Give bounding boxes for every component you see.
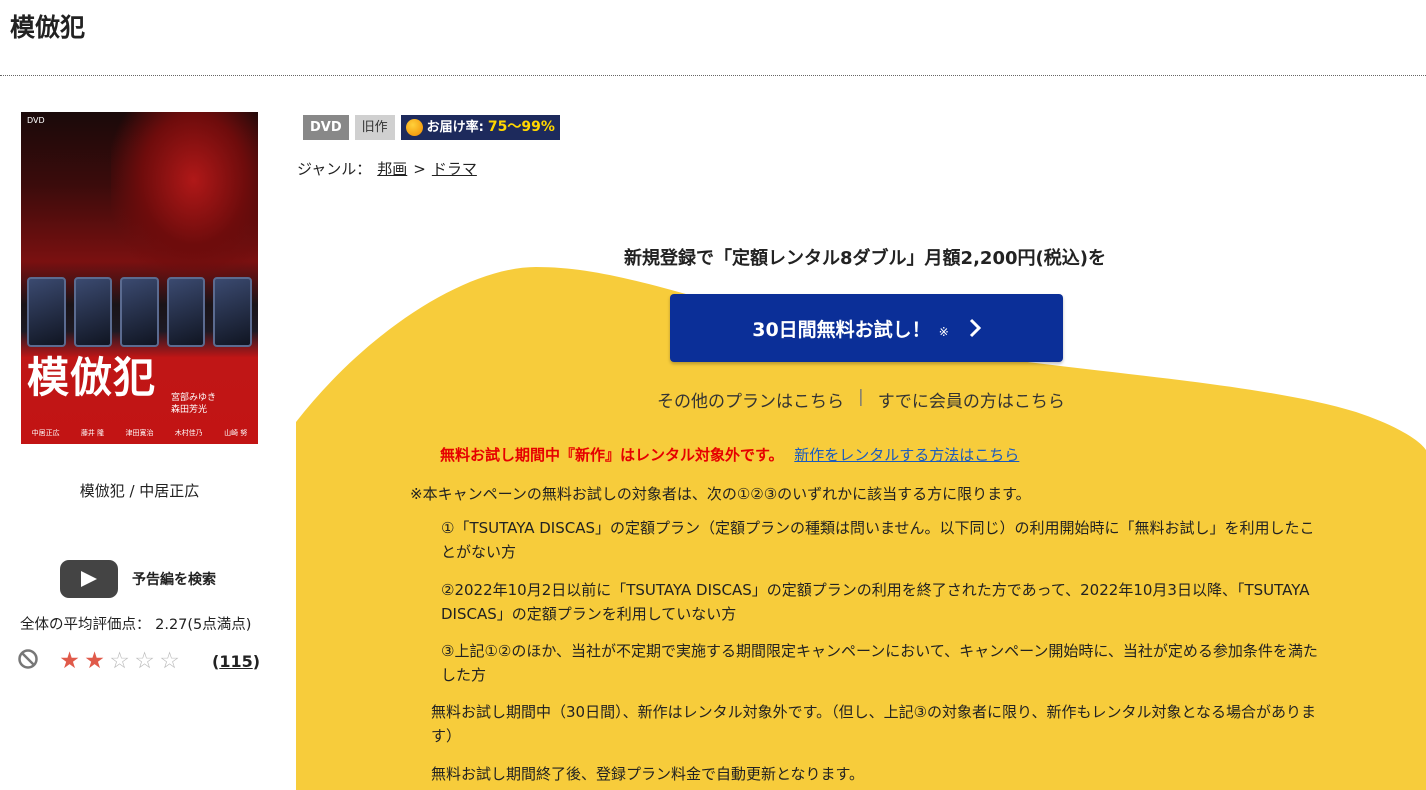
average-rating: 全体の平均評価点： 2.27(5点満点): [20, 613, 251, 634]
star-filled-icon: ★: [84, 648, 105, 674]
play-icon: [60, 560, 118, 598]
terms-item-2: ②2022年10月2日以前に「TSUTAYA DISCAS」の定額プランの利用を…: [441, 581, 1310, 623]
average-rating-value: 2.27(5点満点): [155, 617, 252, 633]
badge-delivery-rate: お届け率: 75～99%: [400, 115, 560, 140]
cover-cast: 中居正広 藤井 隆 津田寛治 木村佳乃 山崎 努: [31, 429, 248, 437]
page-title: 模倣犯: [10, 13, 86, 42]
trailer-search-label: 予告編を検索: [132, 572, 216, 588]
genre-link-hougaku[interactable]: 邦画: [377, 158, 407, 179]
review-count-link[interactable]: 115: [219, 652, 252, 671]
cover-caption: 模倣犯 / 中居正広: [79, 482, 200, 500]
cover-image[interactable]: DVD 模倣犯 宮部みゆき 森田芳光 中居正広 藤井 隆 津田寛治 木村佳乃 山…: [21, 112, 258, 444]
delivery-label: お届け率:: [426, 120, 484, 135]
trailer-search-button[interactable]: 予告編を検索: [60, 560, 216, 598]
terms-item-1: ①「TSUTAYA DISCAS」の定額プラン（定額プランの種類は問いません。以…: [441, 519, 1315, 561]
free-trial-label: 30日間無料お試し！: [752, 318, 931, 341]
badge-dvd: DVD: [303, 115, 349, 140]
rating-row: ★ ★ ☆ ☆ ☆ (115): [17, 648, 260, 674]
terms-intro: ※本キャンペーンの無料お試しの対象者は、次の①②③のいずれかに該当する方に限りま…: [410, 485, 1031, 503]
terms-new-release-note: 無料お試し期間中（30日間）、新作はレンタル対象外です。（但し、上記③の対象者に…: [431, 703, 1316, 745]
notice-text: 無料お試し期間中『新作』はレンタル対象外です。: [440, 446, 784, 464]
star-empty-icon: ☆: [159, 648, 180, 674]
delivery-status-icon: [405, 119, 423, 136]
badge-old-release: 旧作: [354, 115, 395, 140]
campaign-headline: 新規登録で「定額レンタル8ダブル」月額2,200円(税込)を: [624, 248, 1106, 269]
badges: DVD 旧作 お届け率: 75～99%: [303, 115, 560, 140]
cover-screens-art: [21, 277, 258, 347]
star-rating[interactable]: ★ ★ ☆ ☆ ☆: [57, 648, 182, 674]
plan-links: その他のプランはこちら | すでに会員の方はこちら: [657, 387, 1065, 412]
terms-auto-renew-note: 無料お試し期間終了後、登録プラン料金で自動更新となります。: [431, 765, 865, 783]
cover-title: 模倣犯: [27, 353, 157, 402]
breadcrumb-separator: >: [413, 159, 426, 178]
genre-label: ジャンル：: [297, 160, 372, 178]
plan-links-separator: |: [858, 387, 864, 407]
delivery-rate: 75～99%: [487, 119, 555, 135]
cover-face-art: [111, 112, 258, 282]
new-release-notice: 無料お試し期間中『新作』はレンタル対象外です。 新作をレンタルする方法はこちら: [440, 444, 1019, 465]
star-filled-icon: ★: [59, 648, 80, 674]
genre-breadcrumb: ジャンル： 邦画 > ドラマ: [297, 158, 477, 179]
prohibit-icon[interactable]: [17, 648, 39, 674]
star-empty-icon: ☆: [134, 648, 155, 674]
review-count[interactable]: (115): [212, 652, 260, 671]
cover-dvd-mark: DVD: [27, 116, 45, 125]
genre-link-drama[interactable]: ドラマ: [432, 158, 477, 179]
chevron-right-icon: [969, 318, 981, 338]
new-release-rental-link[interactable]: 新作をレンタルする方法はこちら: [794, 446, 1019, 464]
average-rating-label: 全体の平均評価点：: [20, 617, 151, 633]
free-trial-button[interactable]: 30日間無料お試し！ ※: [670, 294, 1063, 362]
cover-staff: 宮部みゆき 森田芳光: [171, 393, 217, 415]
member-login-link[interactable]: すでに会員の方はこちら: [878, 387, 1065, 412]
star-empty-icon: ☆: [109, 648, 130, 674]
free-trial-note-mark: ※: [938, 325, 949, 339]
other-plans-link[interactable]: その他のプランはこちら: [657, 387, 844, 412]
terms-item-3: ③上記①②のほか、当社が不定期で実施する期間限定キャンペーンにおいて、キャンペー…: [441, 642, 1318, 684]
title-divider: [0, 75, 1426, 76]
